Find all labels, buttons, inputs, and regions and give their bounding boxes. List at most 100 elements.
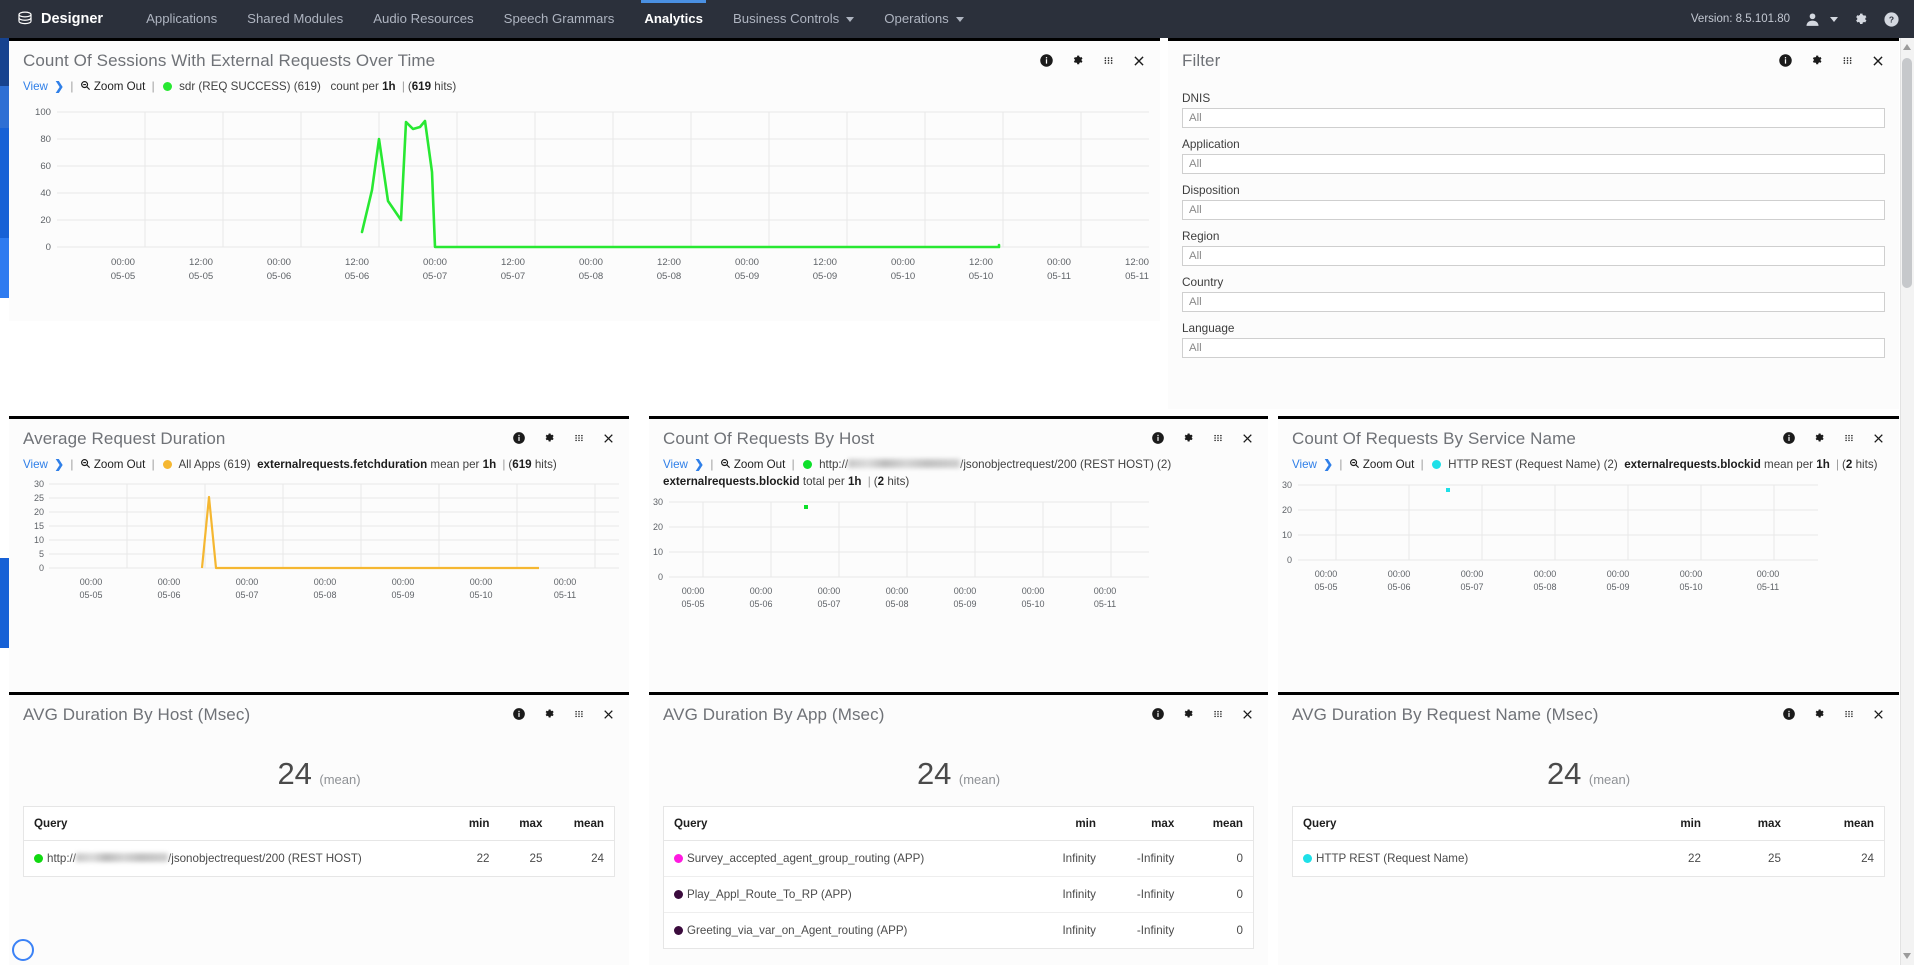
chart-count-of-requests-by-host[interactable]: 30 20 10 0 00:0005-05 00:0005-06 00:0005… — [649, 490, 1268, 615]
table-row[interactable]: Survey_accepted_agent_group_routing (APP… — [664, 841, 1253, 877]
info-icon[interactable] — [1151, 707, 1165, 721]
filter-input-language[interactable] — [1182, 338, 1885, 358]
chevron-down-icon — [956, 17, 964, 22]
scroll-down-arrow-icon[interactable] — [1903, 953, 1911, 959]
zoom-out-icon[interactable] — [80, 80, 94, 93]
series-color-dot — [803, 460, 812, 469]
vertical-scrollbar[interactable] — [1900, 38, 1914, 965]
help-icon[interactable]: ? — [1883, 11, 1900, 28]
table-row[interactable]: HTTP REST (Request Name) 22 25 24 — [1293, 841, 1884, 877]
filter-input-region[interactable] — [1182, 246, 1885, 266]
app-brand[interactable]: Designer — [16, 10, 103, 28]
drag-handle-icon[interactable] — [1842, 431, 1856, 445]
drag-handle-icon[interactable] — [1101, 53, 1116, 68]
metric-text: count per — [330, 80, 378, 93]
drag-handle-icon[interactable] — [572, 431, 586, 445]
drag-handle-icon[interactable] — [1211, 707, 1225, 721]
nav-item-audio-resources[interactable]: Audio Resources — [358, 0, 488, 38]
drag-handle-icon[interactable] — [1211, 431, 1225, 445]
interval-value: 1h — [382, 80, 396, 93]
hits-suffix: hits — [535, 458, 553, 471]
nav-item-operations[interactable]: Operations — [869, 0, 979, 38]
info-icon[interactable] — [1039, 53, 1054, 68]
svg-text:00:00: 00:00 — [392, 577, 415, 587]
chart-average-request-duration[interactable]: 30 25 20 15 10 5 0 00:0005-05 00:0005-06… — [9, 473, 629, 613]
close-icon[interactable] — [1241, 708, 1254, 721]
close-icon[interactable] — [602, 708, 615, 721]
hits-suffix: hits — [434, 80, 452, 93]
nav-item-speech-grammars[interactable]: Speech Grammars — [489, 0, 630, 38]
gear-icon[interactable] — [1812, 431, 1826, 445]
info-icon[interactable] — [1782, 431, 1796, 445]
drag-handle-icon[interactable] — [1842, 707, 1856, 721]
svg-text:05-07: 05-07 — [423, 271, 448, 282]
view-link[interactable]: View — [1292, 458, 1317, 471]
table-row[interactable]: Greeting_via_var_on_Agent_routing (APP) … — [664, 913, 1253, 949]
user-menu[interactable] — [1804, 11, 1838, 28]
metric-value: 24 — [917, 756, 951, 791]
info-icon[interactable] — [1782, 707, 1796, 721]
zoom-out-label[interactable]: Zoom Out — [1363, 458, 1415, 471]
gear-icon[interactable] — [542, 707, 556, 721]
svg-text:05-07: 05-07 — [1460, 582, 1483, 592]
cell-min: Infinity — [1033, 877, 1106, 913]
filter-input-application[interactable] — [1182, 154, 1885, 174]
svg-text:0: 0 — [39, 563, 44, 573]
app-label: Survey_accepted_agent_group_routing (APP… — [687, 852, 924, 865]
info-icon[interactable] — [1778, 53, 1793, 68]
zoom-out-label[interactable]: Zoom Out — [94, 80, 146, 93]
nav-item-applications[interactable]: Applications — [131, 0, 232, 38]
chevron-right-icon: ❯ — [51, 80, 64, 93]
drag-handle-icon[interactable] — [1840, 53, 1855, 68]
close-icon[interactable] — [1871, 54, 1885, 68]
filter-input-country[interactable] — [1182, 292, 1885, 312]
nav-item-analytics[interactable]: Analytics — [629, 0, 718, 38]
filter-input-dnis[interactable] — [1182, 108, 1885, 128]
metric-text: mean per — [430, 458, 479, 471]
gear-icon[interactable] — [1852, 11, 1869, 28]
close-icon[interactable] — [1241, 432, 1254, 445]
nav-item-shared-modules[interactable]: Shared Modules — [232, 0, 358, 38]
scroll-up-arrow-icon[interactable] — [1903, 44, 1911, 50]
info-icon[interactable] — [512, 707, 526, 721]
gear-icon[interactable] — [1181, 707, 1195, 721]
view-link[interactable]: View — [23, 80, 48, 93]
series-url-suffix: /jsonobjectrequest/200 (REST HOST) (2) — [960, 458, 1171, 471]
close-icon[interactable] — [1872, 432, 1885, 445]
hits-count: 2 — [878, 475, 884, 488]
filter-input-disposition[interactable] — [1182, 200, 1885, 220]
close-icon[interactable] — [1872, 708, 1885, 721]
zoom-out-icon[interactable] — [1349, 458, 1360, 471]
zoom-out-label[interactable]: Zoom Out — [734, 458, 786, 471]
version-label: Version: 8.5.101.80 — [1691, 13, 1790, 25]
gear-icon[interactable] — [1809, 53, 1824, 68]
table-row[interactable]: http:///jsonobjectrequest/200 (REST HOST… — [24, 841, 614, 877]
gear-icon[interactable] — [1812, 707, 1826, 721]
table-row[interactable]: Play_Appl_Route_To_RP (APP) Infinity -In… — [664, 877, 1253, 913]
cell-min: Infinity — [1033, 913, 1106, 949]
series-color-dot — [674, 854, 683, 863]
zoom-out-icon[interactable] — [80, 458, 91, 471]
close-icon[interactable] — [1132, 54, 1146, 68]
gear-icon[interactable] — [1181, 431, 1195, 445]
help-bubble-icon[interactable] — [12, 939, 34, 961]
svg-text:00:00: 00:00 — [1047, 257, 1071, 268]
zoom-out-label[interactable]: Zoom Out — [94, 458, 146, 471]
chart-count-of-requests-by-service-name[interactable]: 30 20 10 0 00:0005-05 00:0005-06 00:0005… — [1278, 473, 1899, 598]
zoom-out-icon[interactable] — [720, 458, 731, 471]
drag-handle-icon[interactable] — [572, 707, 586, 721]
view-link[interactable]: View — [663, 458, 688, 471]
info-icon[interactable] — [1151, 431, 1165, 445]
metric-unit: (mean) — [959, 772, 1000, 787]
info-icon[interactable] — [512, 431, 526, 445]
scrollbar-thumb[interactable] — [1902, 58, 1912, 288]
svg-text:00:00: 00:00 — [423, 257, 447, 268]
gear-icon[interactable] — [1070, 53, 1085, 68]
cell-query: HTTP REST (Request Name) — [1293, 841, 1636, 877]
host-suffix: /jsonobjectrequest/200 (REST HOST) — [168, 852, 362, 865]
chart-count-of-sessions[interactable]: 100 80 60 40 20 0 00:0005-05 12:0005-05 … — [9, 95, 1160, 285]
nav-item-business-controls[interactable]: Business Controls — [718, 0, 869, 38]
close-icon[interactable] — [602, 432, 615, 445]
view-link[interactable]: View — [23, 458, 48, 471]
gear-icon[interactable] — [542, 431, 556, 445]
